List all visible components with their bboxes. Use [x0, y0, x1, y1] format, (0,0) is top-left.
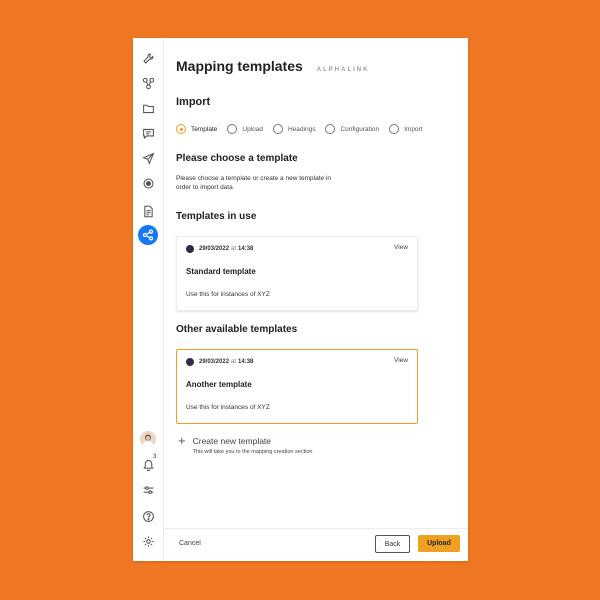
other-templates-heading: Other available templates — [176, 324, 298, 335]
template-card-another[interactable]: 29/03/2022 at 14:38 View Another templat… — [176, 349, 418, 424]
card-at: at — [231, 359, 237, 365]
card-description: Use this for instances of XYZ — [186, 291, 270, 298]
step-label: Import — [404, 125, 423, 133]
network-icon[interactable] — [140, 75, 156, 91]
step-upload[interactable]: Upload — [227, 124, 263, 134]
document-icon[interactable] — [140, 203, 156, 219]
create-template-hint: This will take you to the mapping creati… — [192, 449, 313, 455]
cancel-button[interactable]: Cancel — [179, 540, 201, 547]
templates-in-use-heading: Templates in use — [176, 211, 257, 222]
view-link[interactable]: View — [394, 357, 408, 364]
step-configuration[interactable]: Configuration — [325, 124, 379, 134]
step-label: Template — [191, 125, 218, 133]
target-icon[interactable] — [140, 175, 156, 191]
card-title: Another template — [186, 380, 252, 389]
step-label: Upload — [242, 125, 263, 133]
settings-icon[interactable] — [140, 533, 156, 549]
chat-icon[interactable] — [140, 125, 156, 141]
wrench-icon[interactable] — [140, 50, 156, 66]
back-button[interactable]: Back — [375, 535, 410, 553]
step-import[interactable]: Import — [389, 124, 423, 134]
radio-icon — [325, 124, 336, 134]
import-heading: Import — [176, 96, 211, 108]
create-template-text: Create new template This will take you t… — [193, 436, 313, 455]
step-label: Headings — [287, 125, 316, 133]
avatar[interactable] — [140, 431, 156, 447]
brand-label: ALPHALINK — [316, 67, 370, 73]
sliders-icon[interactable] — [140, 482, 156, 498]
sidebar: 3 — [133, 38, 164, 561]
plus-icon: + — [178, 433, 186, 448]
share-icon[interactable] — [138, 225, 158, 245]
notification-count: 3 — [153, 454, 157, 460]
card-at: at — [231, 246, 237, 252]
step-template[interactable]: Template — [176, 124, 217, 134]
template-card-standard[interactable]: 29/03/2022 at 14:38 View Standard templa… — [176, 236, 418, 311]
create-template-label: Create new template — [192, 436, 272, 446]
choose-template-title: Please choose a template — [176, 153, 298, 164]
step-label: Configuration — [340, 125, 380, 133]
main-content: Mapping templates ALPHALINK Import Templ… — [163, 38, 468, 561]
radio-icon — [227, 124, 238, 134]
upload-button[interactable]: Upload — [418, 535, 460, 552]
author-avatar — [186, 358, 194, 366]
card-meta: 29/03/2022 at 14:38 — [186, 358, 253, 366]
card-title: Standard template — [186, 267, 256, 276]
import-stepper: Template Upload Headings Configuration I… — [176, 124, 433, 134]
footer-bar: Cancel Back Upload — [163, 528, 468, 562]
help-icon[interactable] — [140, 508, 156, 524]
card-time: 14:38 — [238, 246, 254, 252]
app-window: 3 Mapping templates ALPHALINK Import Tem… — [133, 38, 468, 561]
card-description: Use this for instances of XYZ — [186, 404, 270, 411]
card-meta: 29/03/2022 at 14:38 — [186, 245, 253, 253]
radio-icon — [176, 124, 186, 134]
card-date: 29/03/2022 — [199, 246, 230, 252]
choose-template-description: Please choose a template or create a new… — [176, 175, 332, 191]
card-time: 14:38 — [238, 359, 254, 365]
page-title: Mapping templates — [176, 58, 303, 74]
page-header: Mapping templates ALPHALINK — [176, 58, 369, 74]
send-icon[interactable] — [140, 150, 156, 166]
view-link[interactable]: View — [394, 244, 408, 251]
radio-icon — [389, 124, 400, 134]
folder-icon[interactable] — [140, 100, 156, 116]
step-headings[interactable]: Headings — [272, 124, 316, 134]
card-date: 29/03/2022 — [199, 359, 230, 365]
radio-icon — [272, 124, 283, 134]
create-template-button[interactable]: + Create new template This will take you… — [178, 433, 313, 455]
author-avatar — [186, 245, 194, 253]
